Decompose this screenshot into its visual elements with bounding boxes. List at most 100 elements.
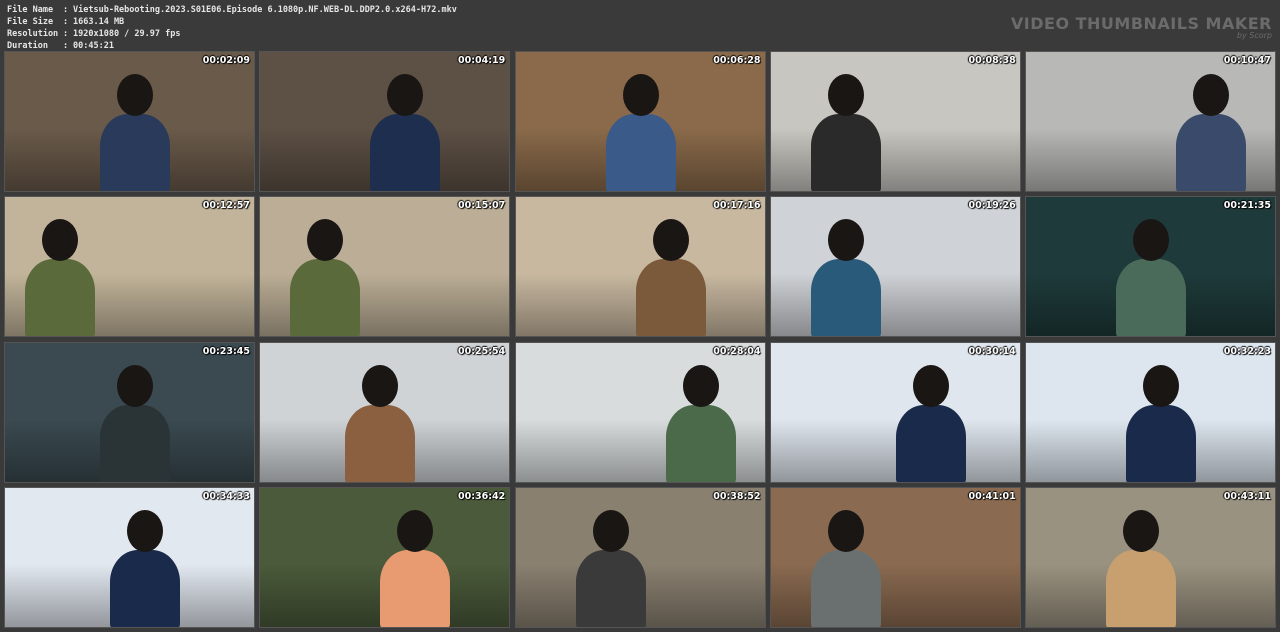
thumbnail-timestamp: 00:12:57 xyxy=(202,200,250,212)
figure-head xyxy=(1123,509,1159,552)
figure-head xyxy=(1193,74,1229,116)
meta-file-size: File Size : 1663.14 MB xyxy=(7,16,457,28)
info-header: File Name : Vietsub-Rebooting.2023.S01E0… xyxy=(0,0,1280,52)
thumbnail-frame xyxy=(515,52,765,191)
video-thumbnail[interactable]: 00:41:01 xyxy=(769,486,1021,628)
figure-head xyxy=(397,509,434,552)
figure-head xyxy=(682,364,719,407)
thumbnail-timestamp: 00:06:28 xyxy=(713,55,761,66)
figure-head xyxy=(592,509,629,552)
video-thumbnail[interactable]: 00:36:42 xyxy=(259,486,511,628)
thumbnail-frame xyxy=(515,487,765,627)
figure-head xyxy=(622,74,659,116)
video-thumbnail[interactable]: 00:32:23 xyxy=(1025,341,1276,483)
meta-value: 1920x1080 / 29.97 fps xyxy=(73,29,181,39)
thumbnail-timestamp: 00:41:01 xyxy=(968,490,1016,502)
thumbnail-grid: 00:02:09 00:04:19 00:06:28 00:08:38 00:10:47… xyxy=(4,51,1276,629)
thumbnail-timestamp: 00:21:35 xyxy=(1223,200,1271,212)
thumbnail-frame xyxy=(515,342,765,482)
figure-silhouette xyxy=(665,404,736,482)
thumbnail-frame xyxy=(770,52,1020,191)
thumbnail-timestamp: 00:04:19 xyxy=(457,55,506,66)
thumbnail-frame xyxy=(770,342,1020,482)
thumbnail-timestamp: 00:17:16 xyxy=(713,200,761,212)
video-thumbnail[interactable]: 00:08:38 xyxy=(769,51,1021,192)
thumbnail-timestamp: 00:34:33 xyxy=(202,490,250,502)
figure-head xyxy=(827,74,864,116)
thumbnail-frame xyxy=(5,52,254,191)
video-thumbnail[interactable]: 00:17:16 xyxy=(514,196,766,338)
thumbnail-frame xyxy=(260,197,510,337)
brand-watermark: VIDEO THUMBNAILS MAKER by Scorp xyxy=(1011,14,1272,40)
thumbnail-timestamp: 00:08:38 xyxy=(968,55,1016,66)
thumbnail-frame xyxy=(1026,342,1275,482)
figure-head xyxy=(117,74,153,116)
video-thumbnail[interactable]: 00:19:26 xyxy=(769,196,1021,338)
thumbnail-frame xyxy=(770,197,1020,337)
video-thumbnail[interactable]: 00:43:11 xyxy=(1025,486,1276,628)
figure-head xyxy=(42,219,78,262)
thumbnail-timestamp: 00:15:07 xyxy=(457,200,506,212)
thumbnail-frame xyxy=(5,197,254,337)
thumbnail-timestamp: 00:02:09 xyxy=(202,55,250,66)
video-thumbnail[interactable]: 00:06:28 xyxy=(514,51,766,192)
meta-separator: : xyxy=(63,5,69,15)
thumbnail-timestamp: 00:19:26 xyxy=(968,200,1016,212)
figure-head xyxy=(912,364,949,407)
thumbnail-frame xyxy=(1026,487,1275,627)
thumbnail-frame xyxy=(260,342,510,482)
figure-silhouette xyxy=(1126,404,1196,482)
figure-silhouette xyxy=(575,549,646,627)
thumbnail-timestamp: 00:32:23 xyxy=(1223,345,1271,357)
thumbnail-frame xyxy=(260,487,510,627)
figure-head xyxy=(117,364,153,407)
video-thumbnail[interactable]: 00:38:52 xyxy=(514,486,766,628)
figure-head xyxy=(127,509,163,552)
figure-silhouette xyxy=(895,404,966,482)
figure-silhouette xyxy=(25,259,95,337)
figure-silhouette xyxy=(110,549,180,627)
video-thumbnail[interactable]: 00:28:04 xyxy=(514,341,766,483)
thumbnail-frame xyxy=(1026,52,1275,191)
meta-value: Vietsub-Rebooting.2023.S01E06.Episode 6.… xyxy=(73,5,457,15)
figure-silhouette xyxy=(1176,114,1246,191)
video-thumbnail[interactable]: 00:25:54 xyxy=(259,341,511,483)
video-thumbnail[interactable]: 00:02:09 xyxy=(4,51,255,192)
meta-resolution: Resolution : 1920x1080 / 29.97 fps xyxy=(7,28,457,40)
thumbnail-frame xyxy=(515,197,765,337)
figure-head xyxy=(387,74,424,116)
thumbnail-frame xyxy=(1026,197,1275,337)
figure-head xyxy=(652,219,689,262)
file-metadata: File Name : Vietsub-Rebooting.2023.S01E0… xyxy=(7,4,457,52)
video-thumbnail[interactable]: 00:23:45 xyxy=(4,341,255,483)
figure-silhouette xyxy=(370,114,441,191)
meta-separator: : xyxy=(63,17,69,27)
video-thumbnail[interactable]: 00:34:33 xyxy=(4,486,255,628)
meta-value: 1663.14 MB xyxy=(73,17,125,27)
thumbnail-timestamp: 00:28:04 xyxy=(713,345,761,357)
video-thumbnail[interactable]: 00:10:47 xyxy=(1025,51,1276,192)
video-thumbnail[interactable]: 00:21:35 xyxy=(1025,196,1276,338)
figure-head xyxy=(827,219,864,262)
thumbnail-timestamp: 00:10:47 xyxy=(1223,55,1271,66)
thumbnail-frame xyxy=(5,342,254,482)
figure-head xyxy=(1133,219,1169,262)
figure-silhouette xyxy=(635,259,706,337)
video-thumbnail[interactable]: 00:30:14 xyxy=(769,341,1021,483)
meta-key: File Size xyxy=(7,17,54,27)
meta-file-name: File Name : Vietsub-Rebooting.2023.S01E0… xyxy=(7,4,457,16)
brand-title: VIDEO THUMBNAILS MAKER xyxy=(1010,14,1272,33)
meta-separator: : xyxy=(63,29,69,39)
thumbnail-timestamp: 00:38:52 xyxy=(713,490,761,502)
figure-silhouette xyxy=(810,259,881,337)
video-thumbnail[interactable]: 00:15:07 xyxy=(259,196,511,338)
thumbnail-timestamp: 00:23:45 xyxy=(202,345,250,357)
thumbnail-timestamp: 00:25:54 xyxy=(457,345,506,357)
figure-silhouette xyxy=(810,549,881,627)
figure-silhouette xyxy=(605,114,676,191)
figure-head xyxy=(362,364,399,407)
meta-key: Resolution xyxy=(7,29,59,39)
video-thumbnail[interactable]: 00:04:19 xyxy=(259,51,511,192)
figure-head xyxy=(307,219,344,262)
video-thumbnail[interactable]: 00:12:57 xyxy=(4,196,255,338)
